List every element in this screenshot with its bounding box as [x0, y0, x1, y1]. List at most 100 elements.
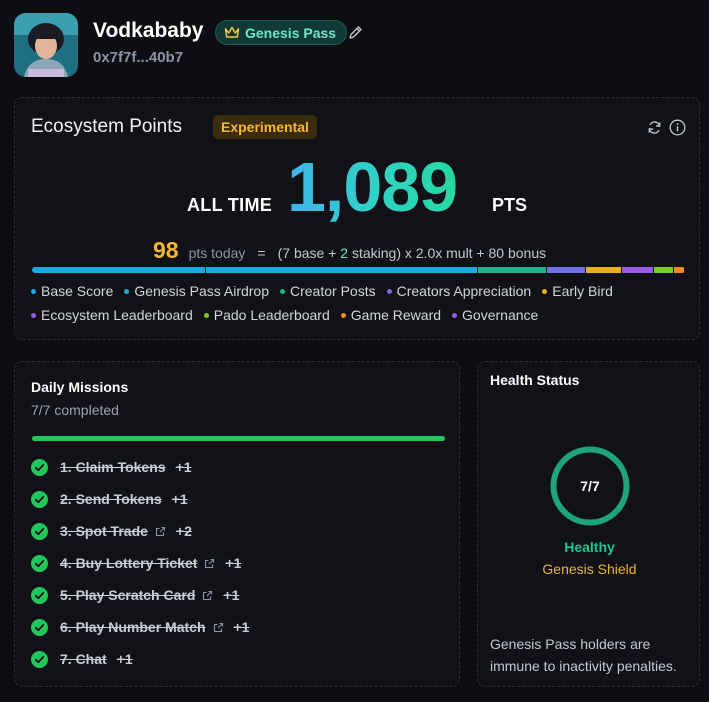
health-status-card: Health Status 7/7 Healthy Genesis Shield…: [477, 361, 700, 687]
legend-item-pado-leaderboard: Pado Leaderboard: [203, 303, 330, 327]
mission-reward: +1: [175, 459, 192, 475]
legend-label: Ecosystem Leaderboard: [41, 307, 193, 323]
formula-base-text: base +: [290, 245, 341, 261]
mission-reward: +2: [175, 523, 192, 539]
check-circle-icon: [31, 586, 48, 604]
external-link-icon[interactable]: [213, 622, 224, 633]
legend-dot-icon: [340, 312, 346, 318]
health-status-title: Health Status: [490, 372, 580, 388]
legend-dot-icon: [542, 288, 548, 294]
legend-label: Creator Posts: [290, 283, 376, 299]
points-legend: Base Score Genesis Pass Airdrop Creator Po…: [31, 279, 691, 327]
genesis-pass-label: Genesis Pass: [245, 24, 337, 41]
ecosystem-points-card: Ecosystem Points Experimental ALL TIME 1…: [14, 97, 700, 340]
check-circle-icon: [31, 458, 48, 476]
today-points-line: 98 pts today = (7 base + 2 staking) x 2.…: [153, 237, 546, 267]
crown-icon: [224, 26, 240, 38]
avatar-portrait-image: [14, 13, 78, 77]
legend-item-game-reward: Game Reward: [340, 303, 442, 327]
total-points-value: 1,089: [287, 148, 458, 226]
legend-label: Game Reward: [350, 307, 442, 323]
mission-item[interactable]: 6. Play Number Match +1: [31, 611, 451, 643]
legend-dot-icon: [452, 312, 458, 318]
bar-segment-ecosystem-leaderboard: [621, 267, 653, 273]
legend-label: Early Bird: [552, 283, 613, 299]
mission-item[interactable]: 5. Play Scratch Card +1: [31, 579, 451, 611]
bar-segment-genesis-pass-airdrop: [204, 267, 478, 273]
bar-segment-early-bird: [584, 267, 622, 273]
legend-dot-icon: [386, 288, 392, 294]
mission-name: 6. Play Number Match: [60, 619, 206, 635]
external-link-icon[interactable]: [204, 558, 215, 569]
mission-list: 1. Claim Tokens +1 2. Send Tokens +1 3. Spot…: [31, 451, 451, 675]
missions-completed-count: 7/7 completed: [31, 402, 119, 418]
daily-missions-card: Daily Missions 7/7 completed 1. Claim To…: [14, 361, 460, 687]
legend-dot-icon: [31, 312, 36, 318]
legend-label: Base Score: [41, 283, 114, 299]
health-note: Genesis Pass holders are immune to inact…: [490, 636, 677, 674]
today-points-label: pts today: [188, 245, 246, 261]
experimental-badge: Experimental: [213, 115, 317, 139]
points-breakdown-bar: [32, 267, 685, 273]
formula-staking-text: staking) x 2.0x mult + 80 bonus: [348, 245, 547, 261]
legend-label: Creators Appreciation: [396, 283, 532, 299]
mission-name: 2. Send Tokens: [60, 491, 162, 507]
info-icon[interactable]: [669, 119, 686, 136]
mission-reward: +1: [223, 587, 240, 603]
wallet-address[interactable]: 0x7f7f...40b7: [93, 49, 183, 66]
check-circle-icon: [31, 522, 48, 540]
external-link-icon[interactable]: [202, 590, 213, 601]
legend-label: Governance: [462, 307, 539, 323]
legend-dot-icon: [280, 288, 285, 294]
username: Vodkababy: [93, 19, 204, 42]
mission-reward: +1: [171, 491, 188, 507]
genesis-pass-badge: Genesis Pass: [215, 20, 348, 45]
pts-unit-label: PTS: [492, 195, 528, 215]
avatar[interactable]: [14, 13, 78, 77]
legend-dot-icon: [124, 288, 130, 294]
mission-reward: +1: [116, 651, 133, 667]
legend-item-ecosystem-leaderboard: Ecosystem Leaderboard: [31, 303, 193, 327]
legend-label: Genesis Pass Airdrop: [134, 283, 269, 299]
external-link-icon[interactable]: [155, 526, 166, 537]
check-circle-icon: [31, 650, 48, 668]
legend-dot-icon: [203, 312, 209, 318]
legend-item-genesis-pass-airdrop: Genesis Pass Airdrop: [124, 279, 269, 303]
bar-segment-governance: [684, 267, 685, 273]
all-time-label: ALL TIME: [187, 195, 273, 215]
mission-item[interactable]: 3. Spot Trade +2: [31, 515, 451, 547]
legend-dot-icon: [31, 288, 36, 294]
mission-reward: +1: [225, 555, 242, 571]
bar-segment-game-reward: [672, 267, 684, 273]
mission-item[interactable]: 4. Buy Lottery Ticket +1: [31, 547, 451, 579]
mission-item[interactable]: 1. Claim Tokens +1: [31, 451, 451, 483]
missions-progress-fill: [32, 436, 445, 441]
today-points-value: 98: [153, 237, 179, 263]
mission-item[interactable]: 7. Chat +1: [31, 643, 451, 675]
legend-item-base-score: Base Score: [31, 279, 113, 303]
genesis-shield-label: Genesis Shield: [542, 561, 637, 577]
legend-item-creator-posts: Creator Posts: [280, 279, 376, 303]
ecosystem-points-title: Ecosystem Points: [31, 116, 182, 137]
points-formula: (7 base + 2 staking) x 2.0x mult + 80 bo…: [278, 245, 547, 261]
mission-reward: +1: [233, 619, 250, 635]
mission-name: 3. Spot Trade: [60, 523, 148, 539]
bar-segment-pado-leaderboard: [652, 267, 673, 273]
bar-segment-creators-appreciation: [545, 267, 585, 273]
mission-item[interactable]: 2. Send Tokens +1: [31, 483, 451, 515]
formula-base-value: 7: [282, 245, 291, 261]
health-score: 7/7: [580, 478, 600, 494]
missions-progress-bar: [32, 436, 445, 441]
legend-item-governance: Governance: [452, 303, 538, 327]
check-circle-icon: [31, 554, 48, 572]
refresh-icon[interactable]: [647, 120, 662, 135]
legend-item-early-bird: Early Bird: [542, 279, 613, 303]
equals-sign: =: [257, 245, 266, 261]
edit-pencil-icon[interactable]: [348, 25, 363, 40]
legend-label: Pado Leaderboard: [213, 307, 330, 323]
mission-name: 4. Buy Lottery Ticket: [60, 555, 198, 571]
legend-item-creators-appreciation: Creators Appreciation: [386, 279, 532, 303]
formula-staking-value: 2: [340, 245, 349, 261]
check-circle-icon: [31, 618, 48, 636]
bar-segment-base-score: [32, 267, 205, 273]
